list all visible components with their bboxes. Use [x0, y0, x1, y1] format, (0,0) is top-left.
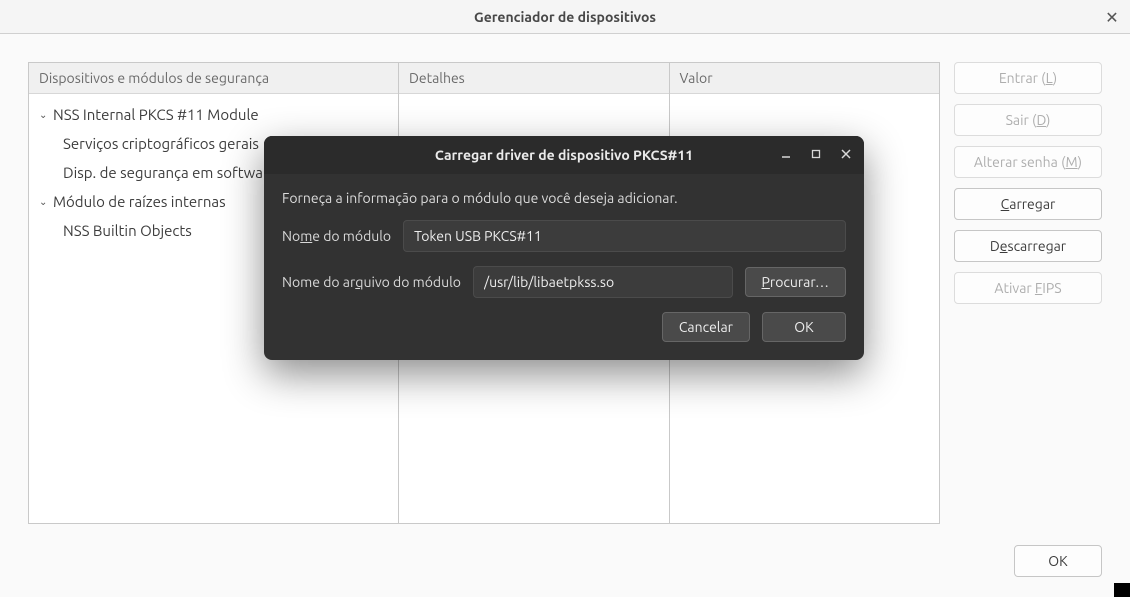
- login-button: Entrar (L): [954, 62, 1102, 94]
- value-column-header[interactable]: Valor: [670, 63, 940, 94]
- close-icon[interactable]: ✕: [1104, 9, 1120, 25]
- tree-item-label: Serviços criptográficos gerais: [63, 135, 259, 152]
- chevron-down-icon[interactable]: ⌄: [39, 109, 49, 121]
- tree-item-label: NSS Builtin Objects: [63, 222, 192, 239]
- load-driver-dialog: Carregar driver de dispositivo PKCS#11 F…: [264, 136, 864, 360]
- cursor-indicator: [1114, 583, 1130, 597]
- logout-button: Sair (D): [954, 104, 1102, 136]
- module-name-row: Nome do módulo: [282, 220, 846, 252]
- module-file-label: Nome do arquivo do módulo: [282, 274, 461, 290]
- tree-module-label: NSS Internal PKCS #11 Module: [53, 106, 259, 123]
- module-file-row: Nome do arquivo do módulo Procurar…: [282, 266, 846, 298]
- dialog-body: Forneça a informação para o módulo que v…: [264, 174, 864, 360]
- window-title: Gerenciador de dispositivos: [474, 9, 656, 25]
- dialog-ok-button[interactable]: OK: [762, 312, 846, 342]
- dialog-window-controls: [776, 144, 856, 164]
- devices-column-header[interactable]: Dispositivos e módulos de segurança: [29, 63, 398, 94]
- tree-module-nss-internal[interactable]: ⌄ NSS Internal PKCS #11 Module: [29, 100, 398, 129]
- footer: OK: [1014, 545, 1102, 577]
- tree-module-label: Módulo de raízes internas: [53, 193, 226, 210]
- window-titlebar: Gerenciador de dispositivos ✕: [0, 0, 1130, 34]
- dialog-title: Carregar driver de dispositivo PKCS#11: [435, 147, 693, 163]
- close-icon[interactable]: [836, 144, 856, 164]
- dialog-footer: Cancelar OK: [282, 312, 846, 342]
- module-name-label: Nome do módulo: [282, 228, 391, 244]
- chevron-down-icon[interactable]: ⌄: [39, 196, 49, 208]
- details-column-header[interactable]: Detalhes: [399, 63, 669, 94]
- tree-item-label: Disp. de segurança em software: [63, 164, 277, 181]
- dialog-titlebar: Carregar driver de dispositivo PKCS#11: [264, 136, 864, 174]
- side-buttons: Entrar (L) Sair (D) Alterar senha (M) Ca…: [954, 62, 1102, 524]
- ok-button[interactable]: OK: [1014, 545, 1102, 577]
- module-name-input[interactable]: [403, 220, 846, 252]
- module-file-input[interactable]: [473, 266, 733, 298]
- unload-button[interactable]: Descarregar: [954, 230, 1102, 262]
- change-password-button: Alterar senha (M): [954, 146, 1102, 178]
- load-button[interactable]: Carregar: [954, 188, 1102, 220]
- maximize-icon[interactable]: [806, 144, 826, 164]
- cancel-button[interactable]: Cancelar: [662, 312, 750, 342]
- minimize-icon[interactable]: [776, 144, 796, 164]
- dialog-instruction: Forneça a informação para o módulo que v…: [282, 190, 846, 206]
- browse-button[interactable]: Procurar…: [745, 267, 846, 297]
- enable-fips-button: Ativar FIPS: [954, 272, 1102, 304]
